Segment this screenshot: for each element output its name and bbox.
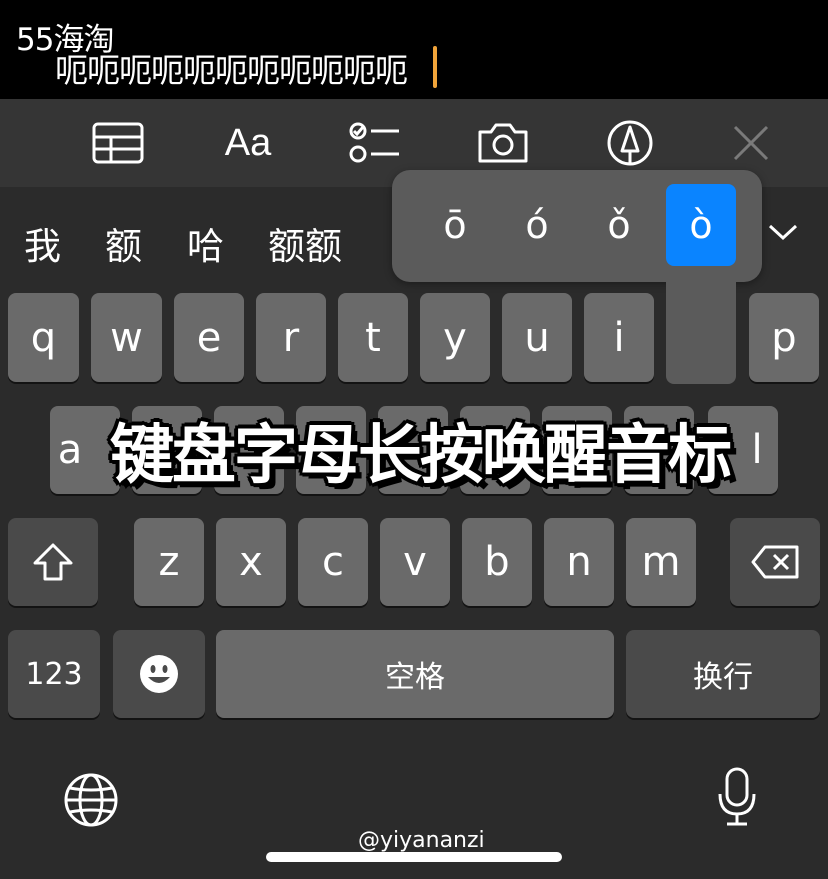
key-z[interactable]: z — [134, 518, 204, 606]
text-caret — [433, 46, 437, 88]
text-format-icon[interactable]: Aa — [213, 108, 283, 178]
key-q[interactable]: q — [8, 293, 79, 382]
key-t[interactable]: t — [338, 293, 408, 382]
key-v[interactable]: v — [380, 518, 450, 606]
shift-arrow-icon — [33, 543, 73, 581]
key-e[interactable]: e — [174, 293, 244, 382]
key-o-pressed[interactable] — [666, 262, 736, 384]
key-r[interactable]: r — [256, 293, 326, 382]
key-w[interactable]: w — [91, 293, 162, 382]
backspace-icon — [751, 545, 799, 579]
candidate-item[interactable]: 额 — [105, 216, 142, 270]
caption-overlay: 键盘字母长按唤醒音标 — [110, 419, 732, 493]
close-icon[interactable] — [716, 108, 786, 178]
accent-option[interactable]: ō — [420, 184, 490, 266]
emoji-key[interactable] — [113, 630, 205, 718]
microphone-icon[interactable] — [712, 765, 762, 829]
key-u[interactable]: u — [502, 293, 572, 382]
key-m[interactable]: m — [626, 518, 696, 606]
candidate-item[interactable]: 额额 — [268, 216, 342, 270]
key-i[interactable]: i — [584, 293, 654, 382]
pen-circle-icon[interactable] — [595, 108, 665, 178]
table-icon[interactable] — [83, 108, 153, 178]
key-n[interactable]: n — [544, 518, 614, 606]
key-b[interactable]: b — [462, 518, 532, 606]
shift-key[interactable] — [8, 518, 98, 606]
return-key[interactable]: 换行 — [626, 630, 820, 718]
text-format-label: Aa — [224, 121, 272, 164]
accent-option[interactable]: ǒ — [584, 184, 654, 266]
numbers-key[interactable]: 123 — [8, 630, 100, 718]
home-indicator[interactable] — [266, 852, 562, 862]
checklist-icon[interactable] — [340, 108, 410, 178]
key-c[interactable]: c — [298, 518, 368, 606]
typed-text[interactable]: 呃呃呃呃呃呃呃呃呃呃呃 — [55, 44, 408, 92]
chevron-down-icon[interactable] — [762, 212, 804, 252]
key-p[interactable]: p — [749, 293, 819, 382]
camera-icon[interactable] — [468, 108, 538, 178]
space-key[interactable]: 空格 — [216, 630, 614, 718]
accent-option[interactable]: ó — [502, 184, 572, 266]
delete-key[interactable] — [730, 518, 820, 606]
key-x[interactable]: x — [216, 518, 286, 606]
candidate-item[interactable]: 我 — [24, 216, 61, 270]
emoji-icon — [140, 655, 178, 693]
author-watermark: @yiyananzi — [358, 828, 485, 853]
globe-icon[interactable] — [60, 770, 122, 830]
key-y[interactable]: y — [420, 293, 490, 382]
candidate-item[interactable]: 哈 — [187, 216, 224, 270]
accent-option-selected[interactable]: ò — [666, 184, 736, 266]
